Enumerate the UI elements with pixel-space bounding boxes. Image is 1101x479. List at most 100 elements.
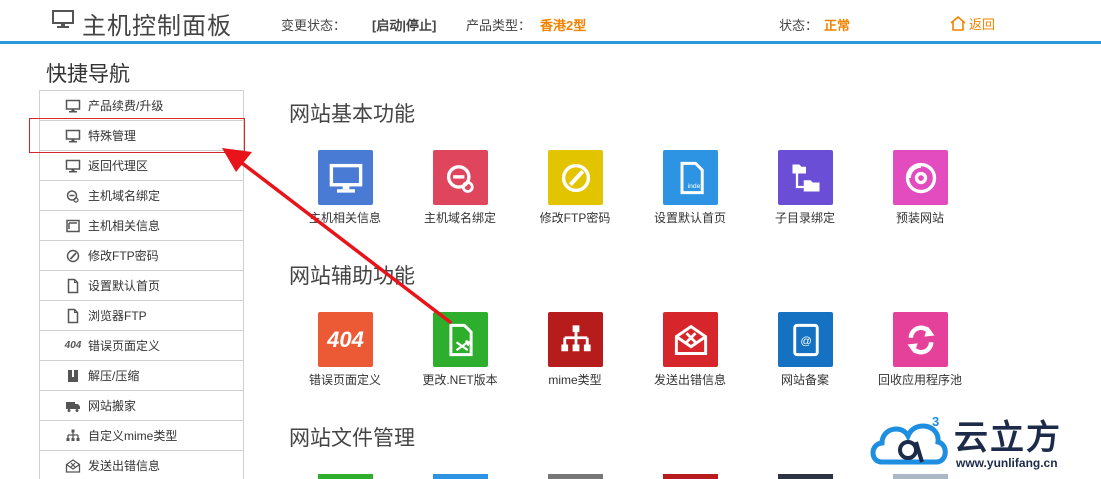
pencil-icon [64,248,82,264]
app-title: 主机控制面板 [82,13,232,40]
section-title-auxiliary: 网站辅助功能 [289,265,415,288]
tile-label: 更改.NET版本 [422,373,498,387]
sidebar-item[interactable]: 发送出错信息 [40,451,243,479]
truck-icon [64,398,82,414]
monitor-icon [65,99,81,112]
tile-icon-box: 404 [318,312,373,367]
tile-icon-box [548,312,603,367]
tile-icon-box [548,150,603,205]
function-tile[interactable]: 404 错误页面定义 [290,312,400,392]
sidebar-item[interactable]: 自定义mime类型 [40,421,243,451]
monitor-icon [65,129,81,142]
function-tile-partial[interactable] [663,474,718,479]
tree-icon [560,324,591,351]
superscript-text: 3 [932,414,939,429]
sidebar-item-label: 特殊管理 [88,129,137,143]
function-tile[interactable]: 预装网站 [865,150,975,230]
domain-icon [66,189,79,203]
tile-label: 主机域名绑定 [423,211,496,225]
svg-text:index: index [687,183,704,190]
brand-watermark: 3 云立方 www.yunlifang.cn [868,408,1093,474]
sidebar-item[interactable]: 特殊管理 [40,121,243,151]
tile-label: 设置默认首页 [653,211,726,225]
function-tile-partial[interactable] [318,474,373,479]
sidebar-item[interactable]: 404 错误页面定义 [40,331,243,361]
sidebar-item[interactable]: 主机相关信息 [40,211,243,241]
domain-icon [64,188,82,204]
archive-icon [68,369,78,382]
function-tile-partial[interactable] [548,474,603,479]
disc-icon [905,162,936,193]
function-tile[interactable]: @ 网站备案 [750,312,860,392]
brand-name: 云立方 [954,419,1062,457]
tile-label: mime类型 [548,373,602,387]
home-icon [950,16,966,31]
function-tile[interactable]: 更改.NET版本 [405,312,515,392]
tile-icon-box [893,312,948,367]
sidebar-item[interactable]: 设置默认首页 [40,271,243,301]
function-tile[interactable]: 子目录绑定 [750,150,860,230]
truck-icon [66,401,80,412]
function-tile-partial[interactable] [893,474,948,479]
tile-icon-box [663,312,718,367]
cloud-logo-icon: 3 [870,414,948,465]
mail-icon [65,458,81,473]
status-label: 状态： [779,18,819,33]
sidebar-item[interactable]: 产品续费/升级 [40,91,243,121]
header-bar: 主机控制面板 变更状态： [启动|停止] 产品类型： 香港2型 状态： 正常 返… [0,0,1101,44]
sidebar-item-label: 错误页面定义 [88,339,161,353]
status-value: 正常 [824,18,851,33]
brand-url: www.yunlifang.cn [956,456,1058,470]
change-status-label: 变更状态： [281,18,347,33]
function-tile[interactable]: 回收应用程序池 [865,312,975,392]
file-icon [67,278,79,293]
sidebar-item[interactable]: 返回代理区 [40,151,243,181]
change-status-control[interactable]: [启动|停止] [372,15,436,34]
svg-text:@: @ [800,335,811,347]
section-title-basic: 网站基本功能 [289,103,415,126]
product-type-value: 香港2型 [540,18,587,33]
file-icon [64,308,82,324]
back-button[interactable]: 返回 [950,14,995,33]
function-tile[interactable]: 修改FTP密码 [520,150,630,230]
function-tile[interactable]: 主机相关信息 [290,150,400,230]
sidebar-item-label: 修改FTP密码 [88,249,159,263]
tile-icon-box [433,312,488,367]
mail-icon [64,458,82,474]
function-tile-partial[interactable] [778,474,833,479]
quick-nav-title: 快捷导航 [46,63,130,86]
file-icon [67,308,79,323]
sidebar-item[interactable]: 修改FTP密码 [40,241,243,271]
function-tile[interactable]: 发送出错信息 [635,312,745,392]
folder-tree-icon [792,164,819,191]
tile-icon-box: index [663,150,718,205]
monitor-icon [65,159,81,172]
tile-label: 发送出错信息 [653,373,726,387]
tile-icon-box [318,150,373,205]
sidebar-item[interactable]: 浏览器FTP [40,301,243,331]
mail-icon [674,324,707,355]
archive-icon [64,368,82,384]
function-tile[interactable]: mime类型 [520,312,630,392]
monitor-icon [329,163,362,193]
function-tile-partial[interactable] [433,474,488,479]
tile-label: 网站备案 [780,373,829,387]
tile-icon-box [778,150,833,205]
sidebar-item-label: 返回代理区 [88,159,149,173]
function-tile[interactable]: 主机域名绑定 [405,150,515,230]
sidebar-item[interactable]: 主机域名绑定 [40,181,243,211]
sidebar-item-label: 浏览器FTP [88,309,147,323]
domain-icon [446,164,474,193]
tile-label: 子目录绑定 [774,211,835,225]
404-icon: 404 [327,326,364,352]
monitor-icon [64,128,82,144]
sidebar-item-label: 网站搬家 [88,399,137,413]
sidebar-item-label: 自定义mime类型 [88,429,178,443]
sidebar-item[interactable]: 解压/压缩 [40,361,243,391]
function-tile[interactable]: index 设置默认首页 [635,150,745,230]
tile-label: 主机相关信息 [308,211,381,225]
sidebar-item[interactable]: 网站搬家 [40,391,243,421]
tile-label: 修改FTP密码 [539,211,611,225]
tile-label: 回收应用程序池 [877,373,962,387]
tile-icon-box [433,150,488,205]
